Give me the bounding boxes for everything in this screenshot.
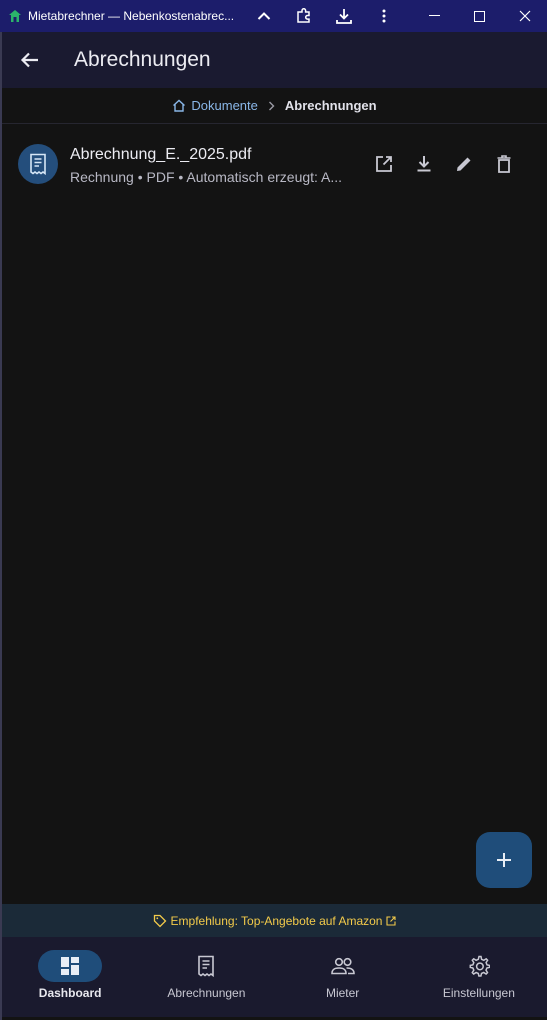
tag-icon: [153, 914, 166, 927]
app-bar: Abrechnungen: [2, 32, 547, 88]
open-external-icon: [376, 156, 392, 172]
breadcrumb-current: Abrechnungen: [284, 98, 377, 113]
edit-icon: [457, 157, 471, 171]
breadcrumb: Dokumente Abrechnungen: [2, 88, 547, 124]
back-button[interactable]: [2, 32, 58, 88]
arrow-back-icon: [20, 52, 38, 68]
open-external-icon: [386, 915, 397, 926]
promo-text: Empfehlung: Top-Angebote auf Amazon: [170, 913, 383, 928]
chevron-right-icon: [268, 101, 275, 111]
add-document-button[interactable]: [476, 832, 532, 888]
nav-label-mieter: Mieter: [325, 986, 360, 1000]
nav-item-einstellungen[interactable]: Einstellungen: [411, 937, 547, 1017]
download-icon[interactable]: [324, 0, 364, 32]
people-icon: [311, 950, 375, 982]
settings-icon: [447, 950, 511, 982]
list-item[interactable]: Abrechnung_E._2025.pdf Rechnung • PDF • …: [2, 134, 547, 196]
delete-icon: [497, 155, 511, 173]
add-icon: [497, 853, 511, 867]
dashboard-icon: [38, 950, 103, 982]
page-title: Abrechnungen: [74, 48, 211, 71]
maximize-icon[interactable]: [459, 0, 499, 32]
nav-label-dashboard: Dashboard: [38, 986, 102, 1000]
breadcrumb-root-label: Dokumente: [191, 98, 258, 113]
nav-item-abrechnungen[interactable]: Abrechnungen: [138, 937, 274, 1017]
window-titlebar: Mietabrechner — Nebenkostenabrec...: [0, 0, 547, 32]
open-external-button[interactable]: [364, 144, 404, 184]
bottom-navigation: Dashboard Abrechnungen Mieter Einstellun…: [2, 937, 547, 1017]
breadcrumb-link-dokumente[interactable]: Dokumente: [172, 98, 258, 113]
promo-banner[interactable]: Empfehlung: Top-Angebote auf Amazon: [2, 904, 547, 937]
delete-button[interactable]: [484, 144, 524, 184]
minimize-icon[interactable]: [414, 0, 454, 32]
window-title: Mietabrechner — Nebenkostenabrec...: [28, 9, 235, 23]
download-icon: [417, 156, 431, 172]
nav-label-abrechnungen: Abrechnungen: [167, 986, 246, 1000]
more-vert-icon[interactable]: [364, 0, 404, 32]
receipt-icon: [18, 144, 58, 184]
extensions-icon[interactable]: [284, 0, 324, 32]
nav-item-mieter[interactable]: Mieter: [275, 937, 411, 1017]
download-button[interactable]: [404, 144, 444, 184]
chevron-up-icon[interactable]: [244, 0, 284, 32]
nav-label-einstellungen: Einstellungen: [442, 986, 515, 1000]
nav-item-dashboard[interactable]: Dashboard: [2, 937, 138, 1017]
app-logo-icon: [8, 9, 22, 23]
document-meta: Rechnung • PDF • Automatisch erzeugt: A.…: [70, 169, 343, 185]
document-name: Abrechnung_E._2025.pdf: [70, 146, 252, 163]
receipt-icon: [174, 950, 238, 982]
close-icon[interactable]: [505, 0, 545, 32]
home-icon: [173, 99, 186, 112]
edit-button[interactable]: [444, 144, 484, 184]
